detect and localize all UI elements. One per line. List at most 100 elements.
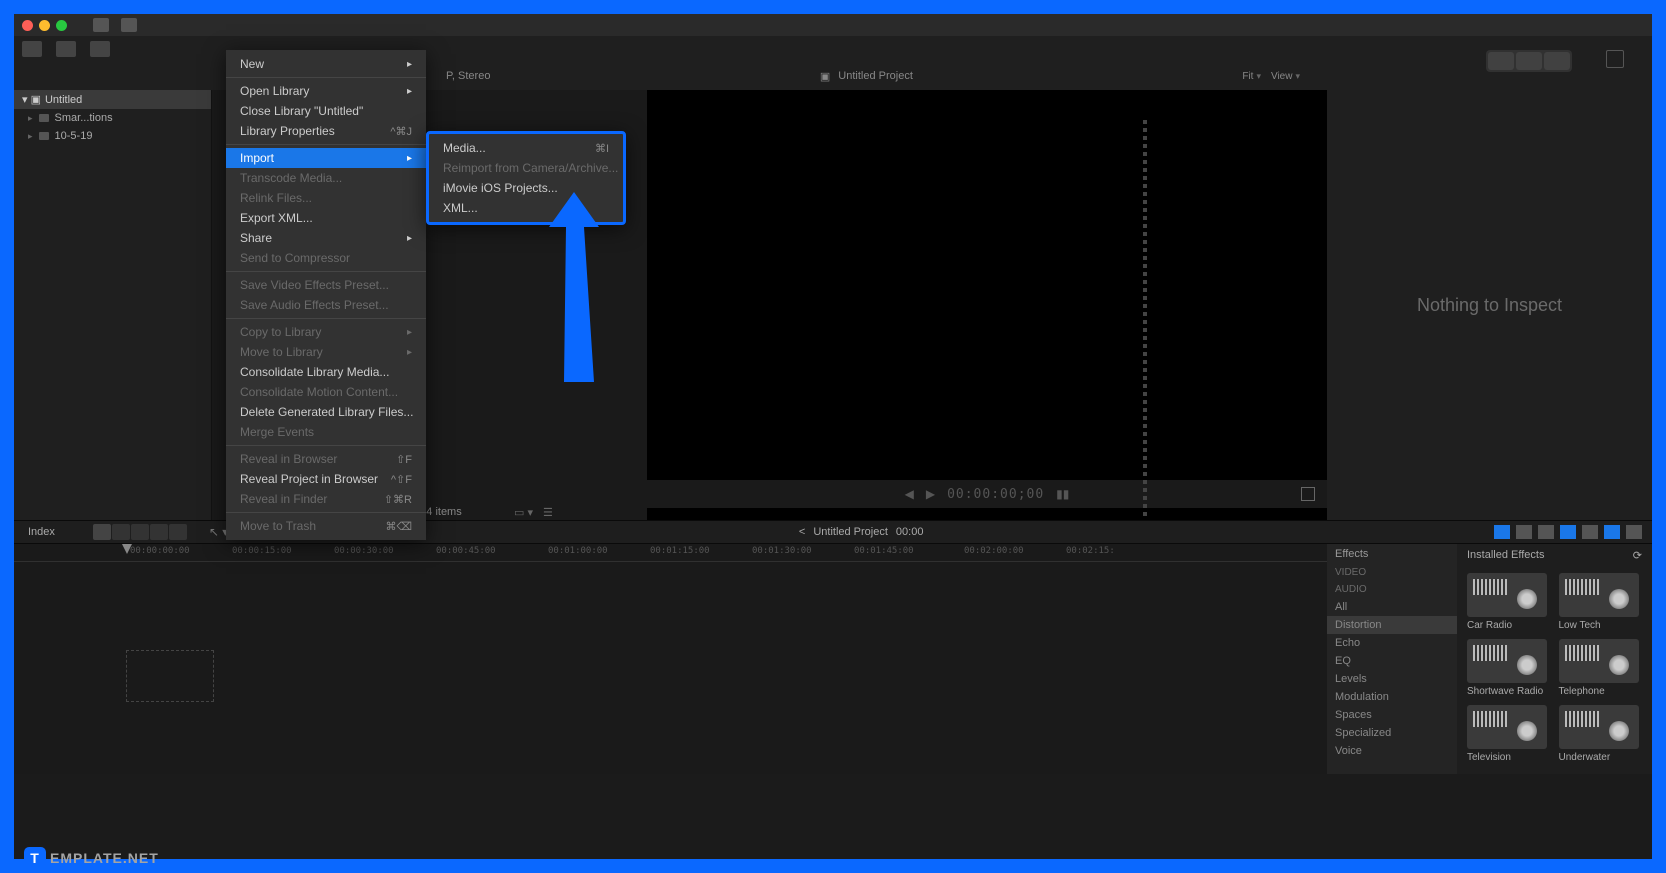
window-maximize[interactable] <box>56 20 67 31</box>
effects-browser-icon[interactable] <box>1604 525 1620 539</box>
timeline-tool[interactable] <box>93 524 111 540</box>
menu-reveal-finder: Reveal in Finder⇧⌘R <box>226 489 426 509</box>
ruler-tick: 00:00:00:00 <box>130 546 190 556</box>
window-close[interactable] <box>22 20 33 31</box>
view-mode-button[interactable] <box>1516 52 1542 70</box>
menu-export-xml[interactable]: Export XML... <box>226 208 426 228</box>
effects-cat[interactable]: Modulation <box>1327 688 1457 706</box>
effects-cat[interactable]: Voice <box>1327 742 1457 760</box>
menu-share[interactable]: Share▸ <box>226 228 426 248</box>
viewer-canvas <box>647 90 1327 480</box>
window-minimize[interactable] <box>39 20 50 31</box>
menu-delete-generated[interactable]: Delete Generated Library Files... <box>226 402 426 422</box>
empty-clip-placeholder <box>126 650 214 702</box>
effect-thumb[interactable]: Shortwave Radio <box>1467 639 1551 697</box>
effects-cat[interactable]: Specialized <box>1327 724 1457 742</box>
view-dropdown[interactable]: View <box>1271 71 1300 82</box>
menu-reveal-browser: Reveal in Browser⇧F <box>226 449 426 469</box>
menu-close-library[interactable]: Close Library "Untitled" <box>226 101 426 121</box>
next-button[interactable]: ▮▮ <box>1056 487 1069 501</box>
effects-cat[interactable]: All <box>1327 598 1457 616</box>
ruler-tick: 00:01:45:00 <box>854 546 914 556</box>
sidebar-item-smart[interactable]: Smar...tions <box>14 109 211 127</box>
menu-transcode: Transcode Media... <box>226 168 426 188</box>
timeline-index-button[interactable]: Index <box>28 526 55 538</box>
menu-consolidate-motion: Consolidate Motion Content... <box>226 382 426 402</box>
menu-reveal-project[interactable]: Reveal Project in Browser^⇧F <box>226 469 426 489</box>
timeline-timecode: 00:00 <box>896 526 924 538</box>
inspector-empty-label: Nothing to Inspect <box>1417 295 1562 316</box>
clip-filter-dropdown[interactable]: ☰ <box>543 506 553 519</box>
clip-view-dropdown[interactable]: ▭ ▾ <box>514 506 533 519</box>
menu-consolidate-library[interactable]: Consolidate Library Media... <box>226 362 426 382</box>
menu-save-audio-fx: Save Audio Effects Preset... <box>226 295 426 315</box>
share-button[interactable] <box>1606 50 1624 68</box>
menu-send-compressor: Send to Compressor <box>226 248 426 268</box>
menu-library-properties[interactable]: Library Properties^⌘J <box>226 121 426 141</box>
library-icon[interactable] <box>22 41 42 57</box>
timeline-ruler[interactable]: 00:00:00:00 00:00:15:00 00:00:30:00 00:0… <box>14 544 1327 562</box>
ruler-tick: 00:02:00:00 <box>964 546 1024 556</box>
timeline-opt-icon[interactable] <box>1516 525 1532 539</box>
menu-import[interactable]: Import▸ <box>226 148 426 168</box>
timeline-track-area[interactable] <box>14 562 1327 742</box>
menu-relink: Relink Files... <box>226 188 426 208</box>
effects-group-video: VIDEO <box>1327 564 1457 581</box>
ruler-tick: 00:02:15: <box>1066 546 1115 556</box>
effect-thumb[interactable]: Underwater <box>1559 705 1643 763</box>
view-mode-button[interactable] <box>1488 52 1514 70</box>
effects-cat[interactable]: Spaces <box>1327 706 1457 724</box>
view-mode-button[interactable] <box>1544 52 1570 70</box>
sidebar-library-header[interactable]: ▾ ▣Untitled <box>14 90 211 109</box>
ruler-tick: 00:00:30:00 <box>334 546 394 556</box>
submenu-media[interactable]: Media...⌘I <box>429 138 623 158</box>
viewer-timecode: 00:00:00;00 <box>947 487 1044 502</box>
play-button[interactable]: ▶ <box>926 487 935 501</box>
effect-thumb[interactable]: Low Tech <box>1559 573 1643 631</box>
annotation-arrow <box>544 192 604 395</box>
effects-cat[interactable]: EQ <box>1327 652 1457 670</box>
timeline-tool[interactable] <box>112 524 130 540</box>
menu-merge-events: Merge Events <box>226 422 426 442</box>
effect-thumb[interactable]: Car Radio <box>1467 573 1551 631</box>
watermark-icon: T <box>24 847 46 869</box>
effect-thumb[interactable]: Telephone <box>1559 639 1643 697</box>
submenu-reimport: Reimport from Camera/Archive... <box>429 158 623 178</box>
project-icon: ▣ <box>820 70 830 83</box>
timeline-opt-icon[interactable] <box>1538 525 1554 539</box>
titles-icon[interactable] <box>90 41 110 57</box>
ruler-tick: 00:01:30:00 <box>752 546 812 556</box>
transitions-browser-icon[interactable] <box>1626 525 1642 539</box>
media-icon[interactable] <box>56 41 76 57</box>
timeline-tool[interactable] <box>169 524 187 540</box>
effect-thumb[interactable]: Television <box>1467 705 1551 763</box>
installed-effects-label[interactable]: Installed Effects <box>1467 549 1544 562</box>
tool-icon[interactable] <box>121 18 137 32</box>
view-mode-group <box>1486 50 1572 72</box>
fullscreen-button[interactable] <box>1301 487 1315 501</box>
menu-open-library[interactable]: Open Library▸ <box>226 81 426 101</box>
ruler-tick: 00:00:45:00 <box>436 546 496 556</box>
effects-header: Effects <box>1327 544 1457 564</box>
fit-dropdown[interactable]: Fit <box>1242 71 1261 82</box>
timeline-tool[interactable] <box>131 524 149 540</box>
prev-button[interactable]: ◀ <box>905 487 914 501</box>
timeline-opt-icon[interactable] <box>1582 525 1598 539</box>
menu-move-library: Move to Library▸ <box>226 342 426 362</box>
effects-cat[interactable]: Echo <box>1327 634 1457 652</box>
timeline-tool[interactable] <box>150 524 168 540</box>
menu-new[interactable]: New▸ <box>226 54 426 74</box>
effects-cat[interactable]: Levels <box>1327 670 1457 688</box>
effects-group-audio: AUDIO <box>1327 581 1457 598</box>
file-menu: New▸ Open Library▸ Close Library "Untitl… <box>226 50 426 540</box>
timeline-opt-icon[interactable] <box>1560 525 1576 539</box>
effects-cat[interactable]: Distortion <box>1327 616 1457 634</box>
timeline-opt-icon[interactable] <box>1494 525 1510 539</box>
ruler-tick: 00:01:00:00 <box>548 546 608 556</box>
timeline-back[interactable]: < <box>799 526 805 538</box>
ruler-tick: 00:01:15:00 <box>650 546 710 556</box>
sidebar-item-event[interactable]: 10-5-19 <box>14 127 211 145</box>
menu-save-video-fx: Save Video Effects Preset... <box>226 275 426 295</box>
tool-icon[interactable] <box>93 18 109 32</box>
timeline-project-title: Untitled Project <box>813 526 888 538</box>
